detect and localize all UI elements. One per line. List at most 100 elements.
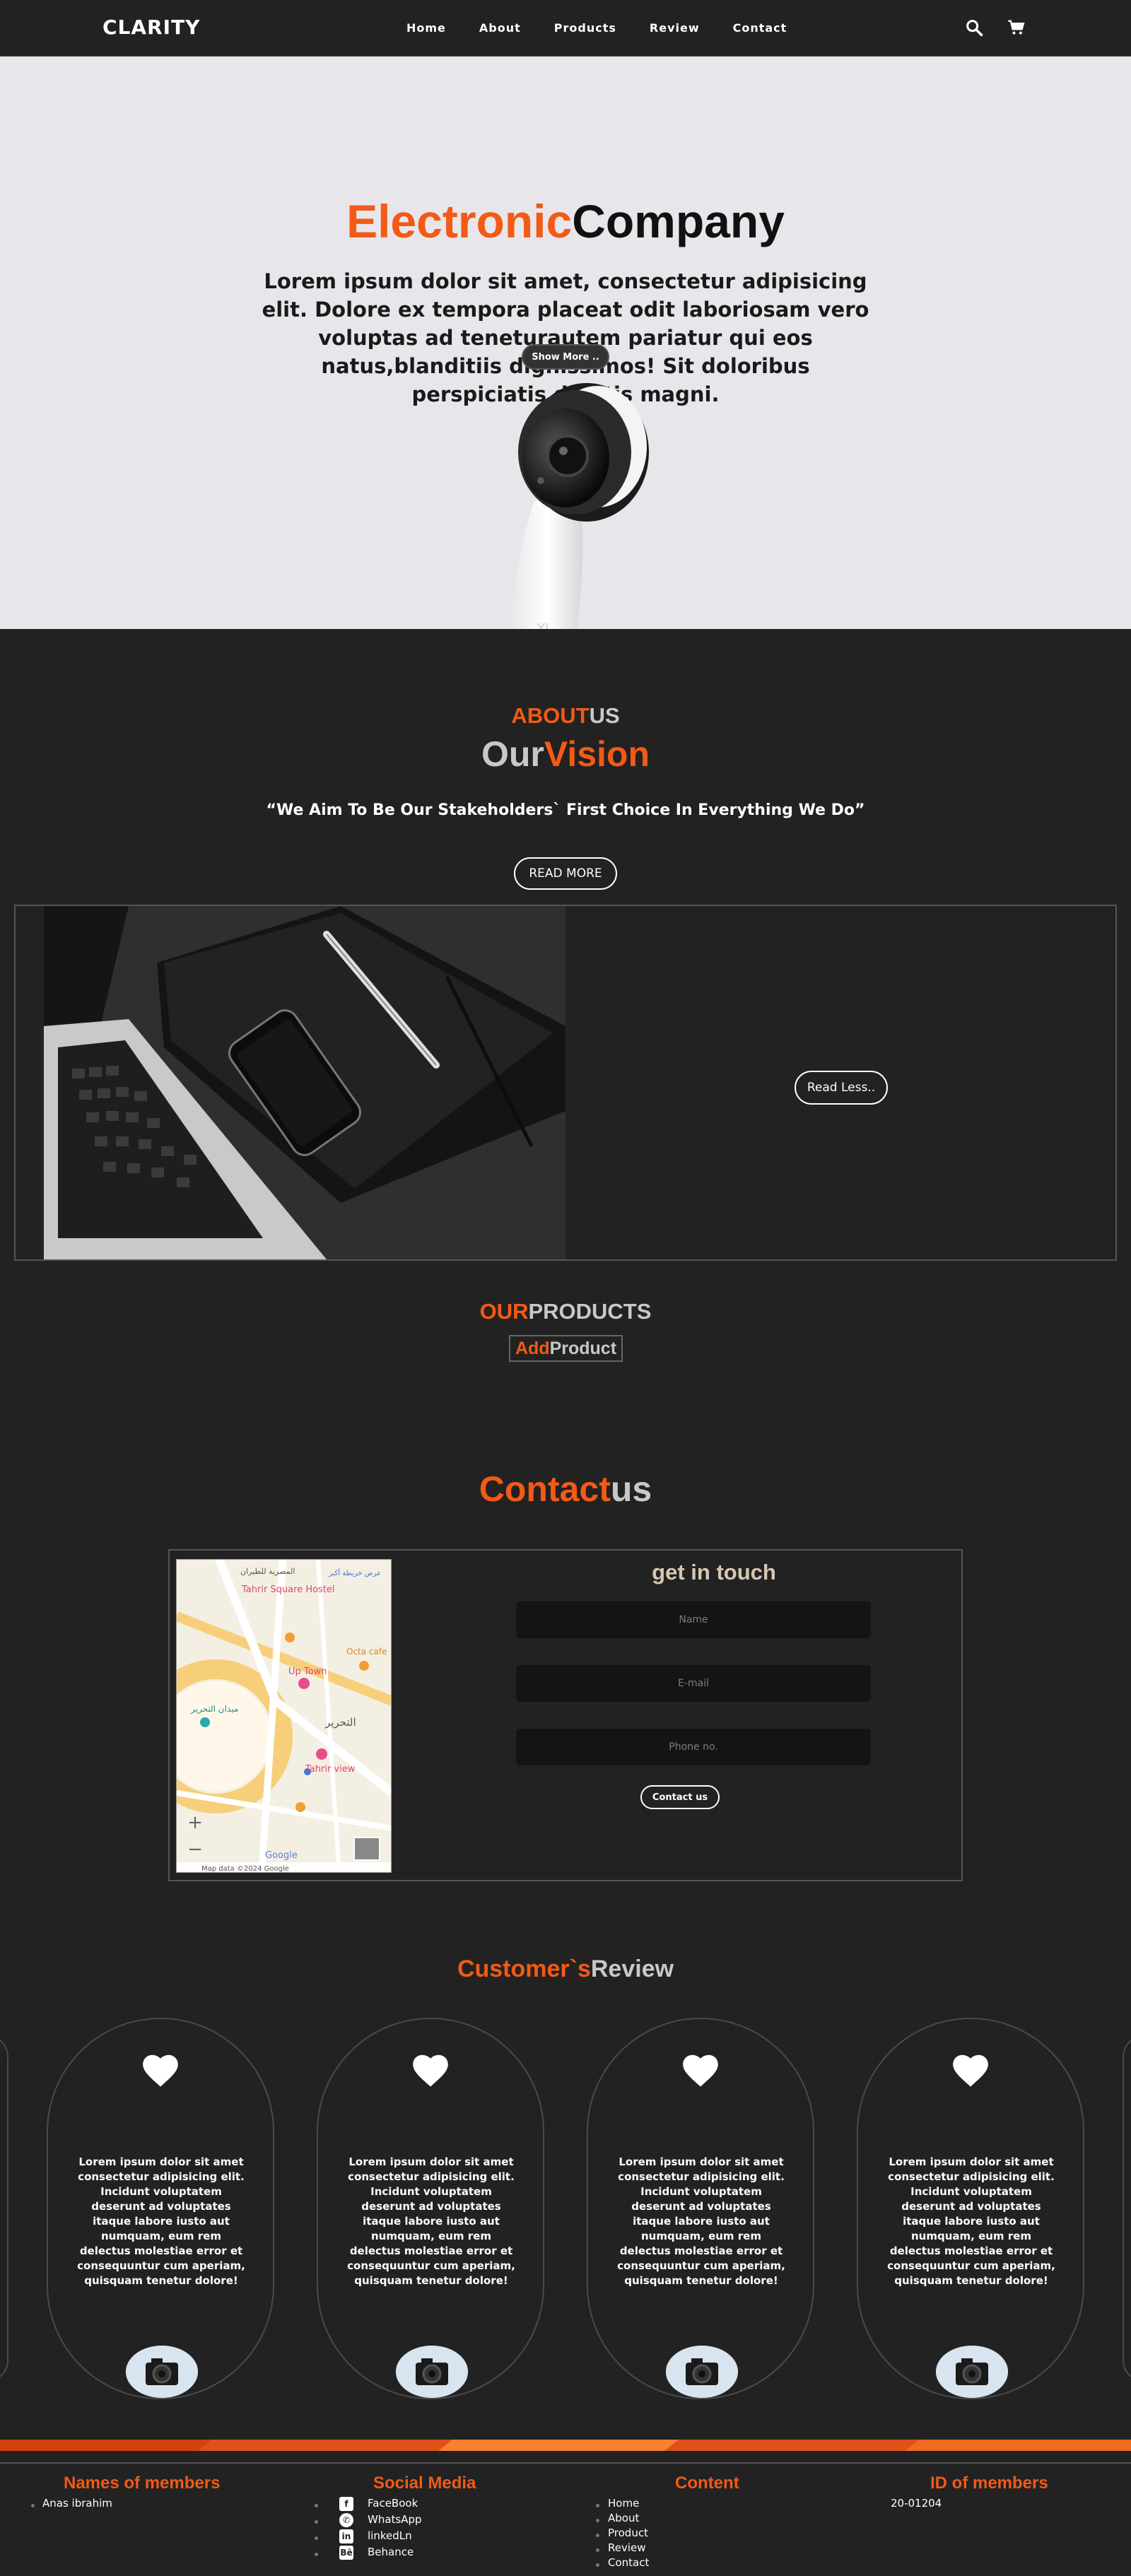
footer-link-review[interactable]: Review [608, 2541, 646, 2554]
get-in-touch-heading: get in touch [652, 1560, 776, 1584]
social-link-whatsapp[interactable]: WhatsApp [368, 2513, 422, 2526]
brand-logo[interactable]: CLARITY [102, 16, 200, 39]
about-title-part2: Vision [544, 734, 650, 774]
products-label-rest: PRODUCTS [528, 1299, 652, 1324]
phone-field[interactable] [516, 1729, 871, 1765]
contact-title: Contactus [0, 1469, 1131, 1510]
search-icon[interactable] [964, 18, 984, 37]
heart-icon[interactable] [410, 2052, 451, 2088]
review-title-rest: Review [590, 1955, 674, 1982]
read-more-button[interactable]: READ MORE [514, 857, 617, 890]
hero-title-accent: Electronic [346, 195, 573, 247]
hero-section: ElectronicCompany Lorem ipsum dolor sit … [0, 57, 1131, 629]
map-label-airline: المصرية للطيران [240, 1567, 295, 1576]
about-title: OurVision [0, 734, 1131, 775]
map-zoom-in-button[interactable]: + [185, 1813, 205, 1833]
about-title-part1: Our [481, 734, 544, 774]
bullet [315, 2520, 318, 2524]
review-text: Lorem ipsum dolor sit amet consectetur a… [347, 2156, 515, 2287]
map-label-octa: Octa cafe [346, 1647, 387, 1657]
bullet [596, 2563, 599, 2567]
bullet [315, 2504, 318, 2507]
map-label-tahrir-view: Tahrir view [305, 1764, 356, 1775]
footer-content-title: Content [675, 2474, 739, 2493]
svg-text:YI: YI [537, 621, 549, 629]
google-map[interactable]: Tahrir Square Hostel Up Town Tahrir view… [176, 1559, 392, 1873]
bullet [596, 2504, 599, 2507]
behance-icon[interactable]: Bē [339, 2546, 353, 2560]
add-product-button[interactable]: Add Product [509, 1335, 623, 1362]
map-zoom-out-button[interactable]: − [185, 1840, 205, 1859]
footer-stripe [0, 2440, 1131, 2451]
reviewer-avatar [126, 2346, 198, 2398]
reviewer-avatar [936, 2346, 1008, 2398]
contact-us-button[interactable]: Contact us [640, 1785, 720, 1809]
review-card: Lorem ipsum dolor sit amet consectetur a… [587, 2018, 814, 2399]
map-google-logo: Google [265, 1850, 298, 1861]
hero-title-rest: Company [572, 195, 785, 247]
contact-title-accent: Contact [479, 1469, 611, 1509]
reviewer-avatar [396, 2346, 468, 2398]
footer-members-title: Names of members [64, 2474, 221, 2493]
read-less-button[interactable]: Read Less.. [795, 1071, 888, 1105]
about-label-rest: US [589, 703, 620, 728]
nav-link-products[interactable]: Products [554, 21, 616, 35]
about-quote: “We Aim To Be Our Stakeholders` First Ch… [266, 801, 865, 819]
footer-link-about[interactable]: About [608, 2512, 639, 2524]
add-product-accent: Add [515, 1338, 550, 1358]
map-label-square: ميدان التحرير [190, 1704, 238, 1715]
review-card: Lorem ipsum dolor sit amet consectetur a… [47, 2018, 274, 2399]
bullet [596, 2519, 599, 2522]
social-link-linkedin[interactable]: linkedLn [368, 2529, 412, 2542]
show-more-button[interactable]: Show More .. [522, 344, 609, 370]
map-tiles: Tahrir Square Hostel Up Town Tahrir view… [177, 1560, 391, 1872]
about-label-accent: ABOUT [511, 703, 590, 728]
footer-link-home[interactable]: Home [608, 2497, 639, 2510]
social-link-facebook[interactable]: FaceBook [368, 2497, 418, 2510]
bullet [315, 2536, 318, 2540]
review-title-accent: Customer`s [457, 1955, 591, 1982]
contact-title-rest: us [610, 1469, 652, 1509]
add-product-rest: Product [549, 1338, 617, 1358]
footer-link-contact[interactable]: Contact [608, 2556, 649, 2569]
footer-id-title: ID of members [930, 2474, 1048, 2493]
name-field[interactable] [516, 1601, 871, 1638]
heart-icon[interactable] [950, 2052, 991, 2088]
bullet [596, 2548, 599, 2552]
about-label: ABOUTUS [0, 703, 1131, 729]
nav-link-contact[interactable]: Contact [733, 21, 787, 35]
nav-links: Home About Products Review Contact [406, 21, 820, 35]
review-text: Lorem ipsum dolor sit amet consectetur a… [77, 2156, 245, 2287]
navbar: CLARITY Home About Products Review Conta… [0, 0, 1131, 57]
footer-member-id: 20-01204 [891, 2497, 942, 2510]
review-carousel-prev-edge [0, 2035, 8, 2382]
map-label-larger-map: عرض خريطة أكبر [328, 1568, 381, 1577]
heart-icon[interactable] [140, 2052, 181, 2088]
heart-icon[interactable] [680, 2052, 721, 2088]
email-field[interactable] [516, 1665, 871, 1702]
map-qr-thumbnail[interactable] [353, 1837, 380, 1861]
bullet [31, 2504, 35, 2507]
review-card: Lorem ipsum dolor sit amet consectetur a… [317, 2018, 544, 2399]
social-link-behance[interactable]: Behance [368, 2546, 414, 2558]
bullet [596, 2534, 599, 2537]
linkedin-icon[interactable]: in [339, 2529, 353, 2543]
map-label-uptown: Up Town [288, 1666, 327, 1677]
map-label-hostel: Tahrir Square Hostel [241, 1584, 335, 1595]
hero-title: ElectronicCompany [0, 194, 1131, 248]
footer-social-title: Social Media [373, 2474, 476, 2493]
products-label: OURPRODUCTS [0, 1299, 1131, 1324]
review-text: Lorem ipsum dolor sit amet consectetur a… [887, 2156, 1055, 2287]
whatsapp-icon[interactable]: ✆ [339, 2513, 353, 2527]
review-title: Customer`sReview [0, 1955, 1131, 1983]
nav-link-review[interactable]: Review [650, 21, 700, 35]
nav-link-about[interactable]: About [479, 21, 521, 35]
bullet [315, 2553, 318, 2556]
footer-link-product[interactable]: Product [608, 2527, 648, 2539]
review-carousel-next-edge [1123, 2035, 1131, 2382]
map-label-tahrir: التحرير [324, 1716, 356, 1729]
cart-icon[interactable] [1007, 18, 1026, 37]
facebook-icon[interactable]: f [339, 2497, 353, 2511]
review-text: Lorem ipsum dolor sit amet consectetur a… [617, 2156, 785, 2287]
nav-link-home[interactable]: Home [406, 21, 446, 35]
